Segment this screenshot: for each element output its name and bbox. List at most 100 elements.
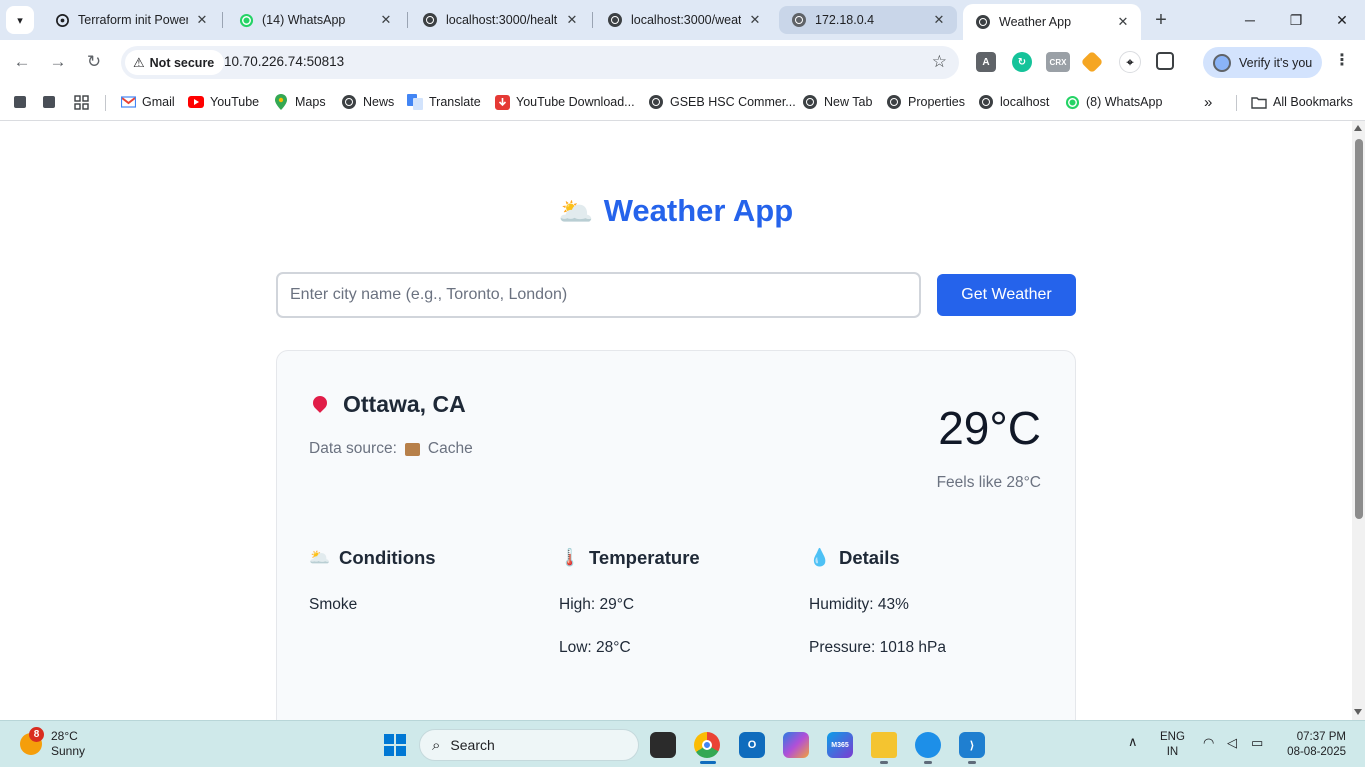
- all-bookmarks-button[interactable]: All Bookmarks: [1251, 92, 1353, 112]
- language-indicator[interactable]: ENG IN: [1160, 730, 1185, 760]
- bookmark-label: All Bookmarks: [1273, 95, 1353, 109]
- menu-kebab-icon[interactable]: ⋮: [1334, 50, 1350, 70]
- close-icon[interactable]: ✕: [747, 12, 763, 28]
- security-label: Not secure: [149, 55, 215, 70]
- reload-button[interactable]: ↻: [80, 48, 108, 76]
- volume-icon[interactable]: ◁: [1227, 735, 1237, 750]
- maps-icon: [273, 94, 289, 110]
- thermometer-icon: 🌡️: [559, 548, 581, 567]
- taskbar-search-label: Search: [450, 737, 495, 753]
- back-button[interactable]: ←: [8, 48, 36, 76]
- conditions-section: 🌥️ Conditions Smoke: [309, 547, 539, 614]
- close-window-button[interactable]: ✕: [1322, 6, 1362, 34]
- outlook-icon[interactable]: O: [739, 732, 765, 758]
- condition-text: Smoke: [309, 596, 358, 613]
- bookmark-youtube-download[interactable]: YouTube Download...: [494, 92, 635, 112]
- folder-icon: [1251, 94, 1267, 110]
- tab-title: localhost:3000/weath: [631, 13, 741, 27]
- bookmark-new-tab[interactable]: New Tab: [802, 92, 872, 112]
- tab-search-button[interactable]: ▾: [6, 6, 34, 34]
- app-square-icon: [43, 96, 55, 108]
- bookmark-app-2[interactable]: [43, 92, 55, 112]
- system-clock[interactable]: 07:37 PM 08-08-2025: [1282, 730, 1346, 760]
- weather-temp: 28°C: [51, 729, 78, 743]
- puzzle-icon[interactable]: [1156, 52, 1174, 70]
- bookmark-separator: [1236, 95, 1237, 111]
- tab-172-18-0-4[interactable]: 172.18.0.4 ✕: [779, 6, 957, 34]
- tray-overflow-chevron-icon[interactable]: ∧: [1128, 734, 1138, 749]
- bookmark-youtube[interactable]: YouTube: [188, 92, 259, 112]
- profile-button[interactable]: Verify it's you: [1203, 47, 1322, 78]
- bookmark-maps[interactable]: Maps: [273, 92, 326, 112]
- globe-icon: [422, 12, 438, 28]
- more-bookmarks-button[interactable]: »: [1204, 92, 1212, 112]
- city-search-input[interactable]: [276, 272, 921, 318]
- close-icon[interactable]: ✕: [1115, 14, 1131, 30]
- grammarly-icon[interactable]: ↻: [1012, 52, 1032, 72]
- close-icon[interactable]: ✕: [564, 12, 580, 28]
- close-icon[interactable]: ✕: [194, 12, 210, 28]
- tab-whatsapp[interactable]: (14) WhatsApp ✕: [226, 6, 404, 34]
- chevron-down-icon: ▾: [17, 14, 23, 27]
- close-icon[interactable]: ✕: [931, 12, 947, 28]
- apps-grid-button[interactable]: [74, 92, 89, 112]
- weather-widget[interactable]: 8 28°C Sunny: [20, 727, 85, 759]
- droplet-icon: 💧: [809, 548, 831, 567]
- arrow-right-icon: →: [49, 52, 67, 71]
- scroll-down-arrow-icon[interactable]: [1354, 709, 1362, 715]
- app-indicator: [924, 761, 932, 764]
- new-tab-button[interactable]: +: [1149, 8, 1173, 32]
- whatsapp-icon: [238, 12, 254, 28]
- address-bar[interactable]: ⚠ Not secure 10.70.226.74:50813 ☆: [121, 46, 959, 79]
- wifi-icon[interactable]: ◠: [1203, 735, 1214, 750]
- tab-terraform[interactable]: Terraform init PowerS ✕: [42, 6, 220, 34]
- humidity: Humidity: 43%: [809, 596, 909, 613]
- section-heading-text: Conditions: [339, 547, 436, 568]
- tab-localhost-health[interactable]: localhost:3000/health ✕: [410, 6, 590, 34]
- low-temp: Low: 28°C: [559, 639, 631, 656]
- taskbar-search[interactable]: ⌕ Search: [419, 729, 639, 761]
- get-weather-button[interactable]: Get Weather: [937, 274, 1076, 316]
- page-scrollbar[interactable]: [1352, 121, 1365, 720]
- bookmark-whatsapp[interactable]: (8) WhatsApp: [1064, 92, 1162, 112]
- scroll-thumb[interactable]: [1355, 139, 1363, 519]
- bookmark-gseb[interactable]: GSEB HSC Commer...: [648, 92, 796, 112]
- tab-strip: ▾ Terraform init PowerS ✕ (14) WhatsApp …: [0, 0, 1365, 40]
- task-view-icon[interactable]: [650, 732, 676, 758]
- url-text[interactable]: 10.70.226.74:50813: [224, 54, 344, 69]
- file-explorer-icon[interactable]: [871, 732, 897, 758]
- translate-icon[interactable]: A: [976, 52, 996, 72]
- minimize-button[interactable]: ─: [1230, 6, 1270, 34]
- vscode-icon[interactable]: ⟩: [959, 732, 985, 758]
- bookmark-star-icon[interactable]: ☆: [932, 52, 947, 72]
- bookmark-app-1[interactable]: [14, 92, 26, 112]
- m365-icon[interactable]: M365: [827, 732, 853, 758]
- tab-weather-app[interactable]: Weather App ✕: [963, 4, 1141, 40]
- forward-button[interactable]: →: [44, 48, 72, 76]
- security-chip[interactable]: ⚠ Not secure: [125, 50, 225, 75]
- bookmark-label: Maps: [295, 95, 326, 109]
- copilot-icon[interactable]: [783, 732, 809, 758]
- battery-icon[interactable]: ▭: [1251, 735, 1263, 750]
- tab-localhost-weather[interactable]: localhost:3000/weath ✕: [595, 6, 773, 34]
- sun-cloud-icon: 🌥️: [309, 548, 331, 567]
- section-heading-text: Temperature: [589, 547, 700, 568]
- bookmark-localhost[interactable]: localhost: [978, 92, 1049, 112]
- bookmark-gmail[interactable]: Gmail: [120, 92, 175, 112]
- gmail-icon: [120, 94, 136, 110]
- m365-label: M365: [831, 741, 849, 749]
- data-source-value: Cache: [427, 440, 473, 457]
- chrome-icon[interactable]: [694, 732, 720, 758]
- start-button[interactable]: [384, 734, 406, 756]
- crx-icon[interactable]: CRX: [1046, 52, 1070, 72]
- bookmark-translate[interactable]: Translate: [407, 92, 481, 112]
- bookmark-properties[interactable]: Properties: [886, 92, 965, 112]
- docker-icon[interactable]: [915, 732, 941, 758]
- cursor-icon[interactable]: ⌖: [1119, 51, 1141, 73]
- close-icon[interactable]: ✕: [378, 12, 394, 28]
- scroll-up-arrow-icon[interactable]: [1354, 125, 1362, 131]
- pressure: Pressure: 1018 hPa: [809, 639, 947, 656]
- bookmark-news[interactable]: News: [341, 92, 394, 112]
- restore-button[interactable]: ❐: [1276, 6, 1316, 34]
- play-icon[interactable]: [1080, 50, 1104, 74]
